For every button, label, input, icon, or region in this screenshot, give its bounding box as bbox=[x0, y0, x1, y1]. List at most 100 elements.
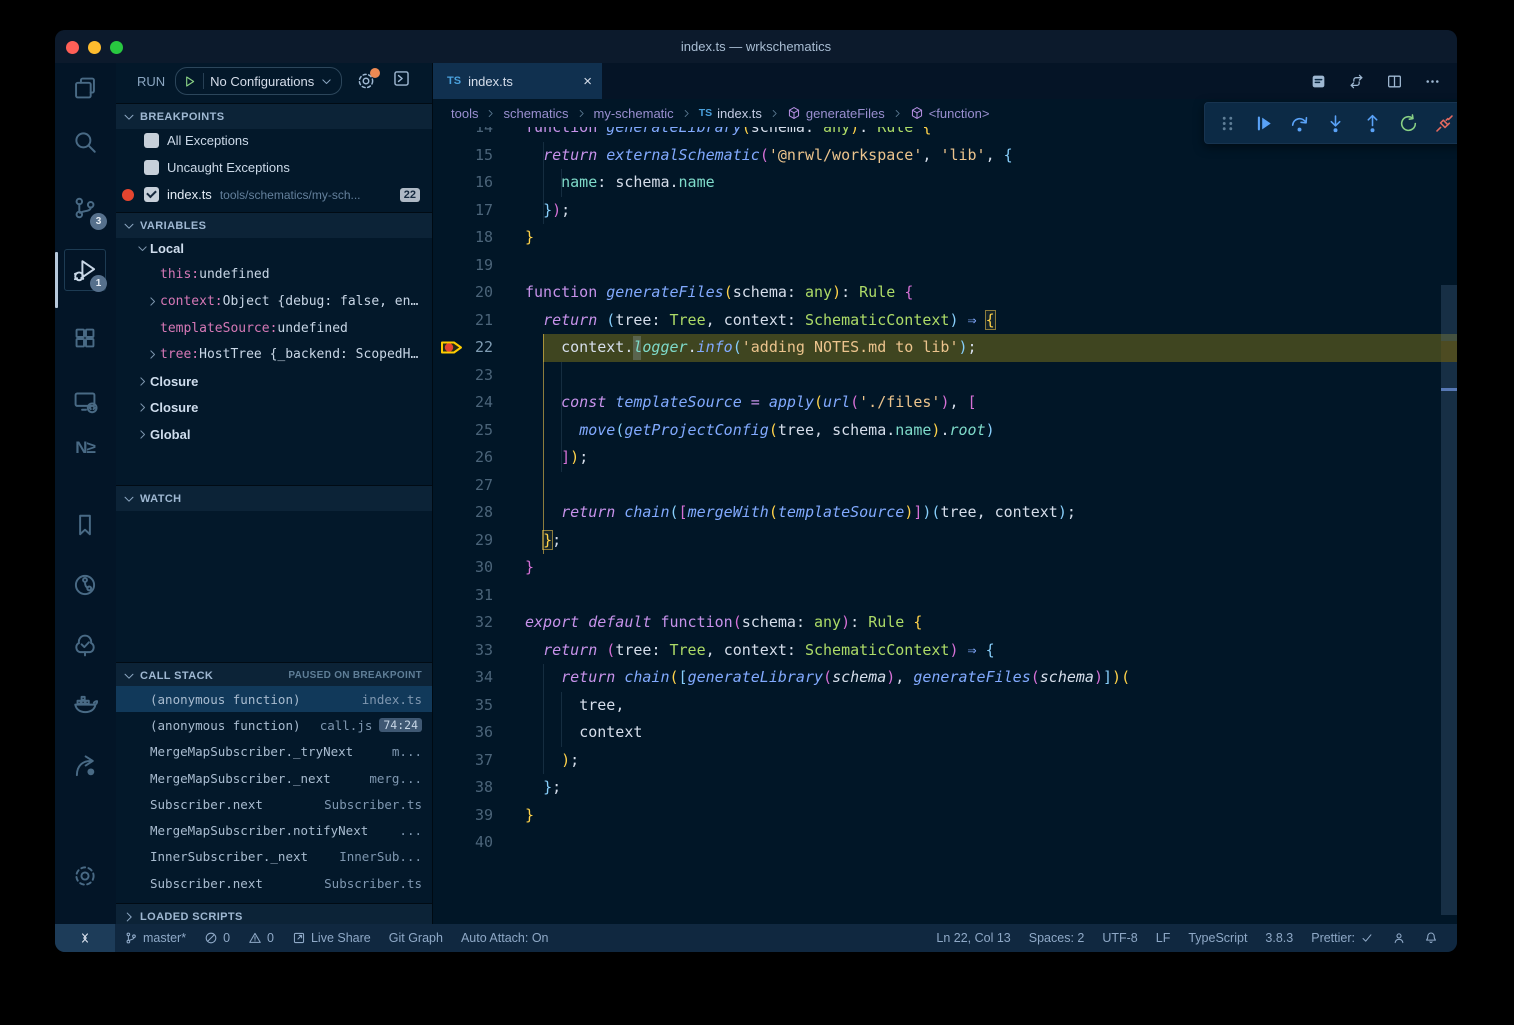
status-item-eol[interactable]: LF bbox=[1147, 924, 1180, 952]
scope-chevron[interactable] bbox=[134, 401, 150, 414]
code-line-34[interactable]: 34 return chain([generateLibrary(schema)… bbox=[433, 664, 1457, 692]
status-item-errors[interactable]: 0 bbox=[195, 924, 239, 952]
start-debug-icon[interactable] bbox=[182, 74, 197, 89]
breakpoint-row[interactable]: index.tstools/schematics/my-sch...22 bbox=[116, 181, 432, 208]
status-item-live-share[interactable]: Live Share bbox=[283, 924, 380, 952]
debug-console-button[interactable] bbox=[392, 69, 411, 93]
line-number[interactable]: 32 bbox=[453, 609, 493, 637]
line-number[interactable]: 25 bbox=[453, 417, 493, 445]
code-line-19[interactable]: 19 bbox=[433, 252, 1457, 280]
line-number[interactable]: 16 bbox=[453, 169, 493, 197]
line-number[interactable]: 21 bbox=[453, 307, 493, 335]
line-number[interactable]: 28 bbox=[453, 499, 493, 527]
line-number[interactable]: 20 bbox=[453, 279, 493, 307]
code-line-39[interactable]: 39} bbox=[433, 802, 1457, 830]
line-number[interactable]: 23 bbox=[453, 362, 493, 390]
code-line-21[interactable]: 21 return (tree: Tree, context: Schemati… bbox=[433, 307, 1457, 335]
breakpoint-checkbox[interactable] bbox=[144, 133, 159, 148]
call-stack-row[interactable]: (anonymous function)call.js74:24 bbox=[116, 712, 432, 738]
line-number[interactable]: 17 bbox=[453, 197, 493, 225]
line-number[interactable]: 24 bbox=[453, 389, 493, 417]
line-number[interactable]: 40 bbox=[453, 829, 493, 857]
activity-item-docker[interactable] bbox=[65, 683, 105, 723]
line-number[interactable]: 39 bbox=[453, 802, 493, 830]
activity-item-nx-console[interactable]: N≥ bbox=[65, 428, 105, 468]
code-line-33[interactable]: 33 return (tree: Tree, context: Schemati… bbox=[433, 637, 1457, 665]
line-number[interactable]: 15 bbox=[453, 142, 493, 170]
activity-item-explorer[interactable] bbox=[65, 68, 105, 108]
more-actions-button[interactable] bbox=[1424, 73, 1441, 90]
breadcrumb-item[interactable]: generateFiles bbox=[787, 106, 885, 121]
step-out-button[interactable] bbox=[1362, 113, 1383, 134]
activity-item-search[interactable] bbox=[65, 122, 105, 162]
breakpoint-row[interactable]: Uncaught Exceptions bbox=[116, 154, 432, 181]
call-stack-row[interactable]: Subscriber.nextSubscriber.ts bbox=[116, 870, 432, 896]
step-over-button[interactable] bbox=[1289, 113, 1310, 134]
scrollbar[interactable] bbox=[1441, 63, 1457, 924]
tab-index-ts[interactable]: TS index.ts × bbox=[433, 63, 602, 99]
code-line-17[interactable]: 17 }); bbox=[433, 197, 1457, 225]
code-line-16[interactable]: 16 name: schema.name bbox=[433, 169, 1457, 197]
variable-row[interactable]: Local bbox=[116, 235, 432, 262]
status-item-warnings[interactable]: 0 bbox=[239, 924, 283, 952]
code-line-31[interactable]: 31 bbox=[433, 582, 1457, 610]
call-stack-section-header[interactable]: CALL STACK PAUSED ON BREAKPOINT bbox=[116, 662, 432, 688]
line-number[interactable]: 34 bbox=[453, 664, 493, 692]
status-item-notifications[interactable] bbox=[1415, 924, 1447, 952]
debug-settings-gear[interactable] bbox=[356, 71, 376, 91]
line-number[interactable]: 35 bbox=[453, 692, 493, 720]
code-line-23[interactable]: 23 bbox=[433, 362, 1457, 390]
split-editor-button[interactable] bbox=[1386, 73, 1403, 90]
activity-item-remote-explorer[interactable] bbox=[65, 381, 105, 421]
code-line-32[interactable]: 32export default function(schema: any): … bbox=[433, 609, 1457, 637]
breadcrumb-item[interactable]: <function> bbox=[910, 106, 990, 121]
variable-row[interactable]: this: undefined bbox=[116, 262, 432, 289]
variable-row[interactable]: Closure bbox=[116, 368, 432, 395]
debug-config-dropdown[interactable]: No Configurations bbox=[175, 67, 342, 95]
code-line-15[interactable]: 15 return externalSchematic('@nrwl/works… bbox=[433, 142, 1457, 170]
breadcrumb-item[interactable]: schematics bbox=[503, 106, 568, 121]
call-stack-row[interactable]: InnerSubscriber._nextInnerSub... bbox=[116, 844, 432, 870]
breakpoints-section-header[interactable]: BREAKPOINTS bbox=[116, 103, 432, 129]
code-line-36[interactable]: 36 context bbox=[433, 719, 1457, 747]
continue-button[interactable] bbox=[1253, 113, 1274, 134]
activity-item-run-and-debug[interactable]: 1 bbox=[65, 250, 105, 290]
call-stack-row[interactable]: MergeMapSubscriber.notifyNext... bbox=[116, 817, 432, 843]
status-item-prettier[interactable]: Prettier: bbox=[1302, 924, 1383, 952]
status-item-remote-indicator[interactable] bbox=[55, 924, 115, 952]
code-line-38[interactable]: 38 }; bbox=[433, 774, 1457, 802]
variable-row[interactable]: tree: HostTree {_backend: ScopedH… bbox=[116, 341, 432, 368]
status-item-cursor-position[interactable]: Ln 22, Col 13 bbox=[927, 924, 1019, 952]
status-item-git-graph[interactable]: Git Graph bbox=[380, 924, 452, 952]
breakpoint-checkbox[interactable] bbox=[144, 187, 159, 202]
status-item-indentation[interactable]: Spaces: 2 bbox=[1020, 924, 1094, 952]
watch-section-header[interactable]: WATCH bbox=[116, 485, 432, 511]
line-number[interactable]: 36 bbox=[453, 719, 493, 747]
variable-expand-chevron[interactable] bbox=[144, 295, 160, 308]
line-number[interactable]: 30 bbox=[453, 554, 493, 582]
line-number[interactable]: 19 bbox=[453, 252, 493, 280]
disconnect-button[interactable] bbox=[1434, 113, 1455, 134]
code-line-26[interactable]: 26 ]); bbox=[433, 444, 1457, 472]
status-item-ts-version[interactable]: 3.8.3 bbox=[1256, 924, 1302, 952]
variable-expand-chevron[interactable] bbox=[144, 348, 160, 361]
settings-gear-button[interactable] bbox=[65, 856, 105, 896]
breakpoint-checkbox[interactable] bbox=[144, 160, 159, 175]
variable-row[interactable]: context: Object {debug: false, en… bbox=[116, 288, 432, 315]
restart-button[interactable] bbox=[1398, 113, 1419, 134]
title-bar[interactable]: index.ts — wrkschematics bbox=[55, 30, 1457, 63]
code-line-37[interactable]: 37 ); bbox=[433, 747, 1457, 775]
line-number[interactable]: 29 bbox=[453, 527, 493, 555]
line-number[interactable]: 38 bbox=[453, 774, 493, 802]
status-item-encoding[interactable]: UTF-8 bbox=[1093, 924, 1146, 952]
line-number[interactable]: 26 bbox=[453, 444, 493, 472]
format-button[interactable] bbox=[1310, 73, 1327, 90]
code-line-20[interactable]: 20function generateFiles(schema: any): R… bbox=[433, 279, 1457, 307]
activity-item-source-control[interactable]: 3 bbox=[65, 188, 105, 228]
breakpoint-row[interactable]: All Exceptions bbox=[116, 127, 432, 154]
code-line-30[interactable]: 30} bbox=[433, 554, 1457, 582]
line-number[interactable]: 33 bbox=[453, 637, 493, 665]
code-line-24[interactable]: 24 const templateSource = apply(url('./f… bbox=[433, 389, 1457, 417]
activity-item-extensions[interactable] bbox=[65, 318, 105, 358]
activity-item-project-share[interactable] bbox=[65, 746, 105, 786]
